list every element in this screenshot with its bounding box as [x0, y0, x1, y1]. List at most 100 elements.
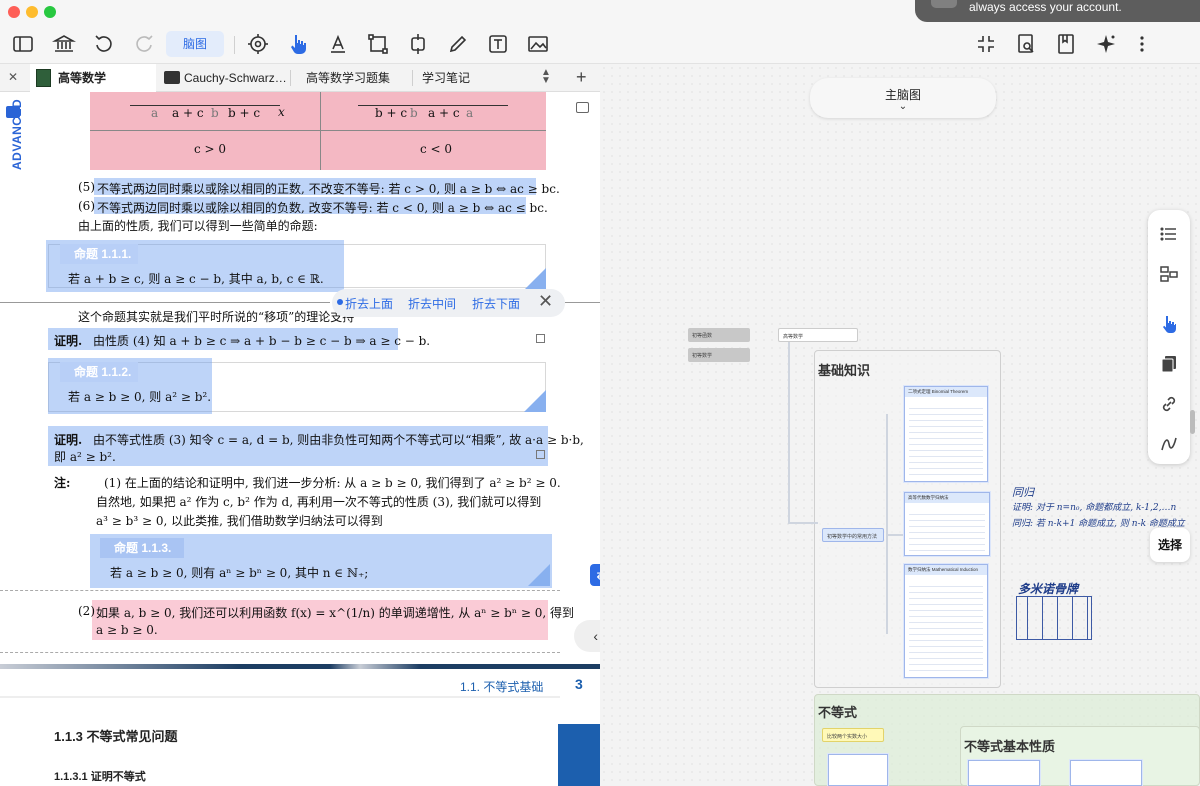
notification-app-icon	[931, 0, 957, 8]
qed-box	[536, 450, 545, 459]
close-tab-icon[interactable]: ✕	[8, 70, 18, 84]
handwriting-note: 多米诺骨牌	[1018, 582, 1079, 596]
note-2-line-1: 如果 a, b ≥ 0, 我们还可以利用函数 f(x) = x^(1/n) 的单…	[96, 606, 574, 620]
property-6-text: 不等式两边同时乘以或除以相同的负数, 改变不等号: 若 c < 0, 则 a ≥…	[97, 201, 548, 215]
vertical-scrollbar[interactable]	[1190, 410, 1195, 434]
rectangle-select-icon[interactable]	[366, 32, 390, 56]
mindmap-card[interactable]	[1070, 760, 1142, 786]
footer-page-number: 3	[575, 676, 583, 692]
note-line-3: a³ ≥ b³ ≥ 0, 以此类推, 我们借助数学归纳法可以得到	[96, 514, 383, 528]
proposition-body-2: 若 a ≥ b ≥ 0, 则 a² ≥ b².	[68, 390, 212, 404]
close-window-button[interactable]	[8, 6, 20, 18]
select-button[interactable]: 选择	[1150, 528, 1190, 562]
more-options-icon[interactable]	[1130, 32, 1154, 56]
zoom-window-button[interactable]	[44, 6, 56, 18]
book-icon	[36, 69, 51, 87]
settings-wheel-icon[interactable]	[246, 32, 270, 56]
proof-2-line-2: 即 a² ≥ b².	[54, 450, 116, 464]
handwriting-note: 同归	[1012, 486, 1034, 499]
number-line-label: b + c	[375, 106, 408, 120]
document-page: ADVANCED a a + c b b + c x b + c b a + c…	[0, 92, 600, 786]
condition-negative: c < 0	[420, 142, 453, 156]
mindmap-side-toolbar	[1148, 210, 1190, 464]
fold-up-button[interactable]: 折去上面	[345, 295, 393, 312]
swap-panes-icon[interactable]: ⇄	[590, 564, 600, 586]
mindmap-card-binomial[interactable]: 二项式定理 Binomial Theorem	[904, 386, 988, 482]
freehand-curve-icon[interactable]	[1159, 434, 1179, 454]
bookmark-book-icon[interactable]	[1054, 32, 1078, 56]
mindmap-canvas[interactable]: 主脑图 ⌄ 初等函数 初等数学 高等数学 基础知识 初等数学中的常用方法 二项式…	[600, 64, 1200, 786]
proposition-title-2: 命题 1.1.2.	[60, 362, 138, 382]
menu-dot-icon	[337, 299, 343, 305]
text-box-icon[interactable]	[486, 32, 510, 56]
outline-list-icon[interactable]	[1159, 224, 1179, 244]
mindmap-connector	[886, 414, 888, 634]
pointer-hand-icon[interactable]	[286, 32, 310, 56]
collapse-fullscreen-icon[interactable]	[974, 32, 998, 56]
image-icon[interactable]	[526, 32, 550, 56]
tab-cauchy-schwarz[interactable]: Cauchy-Schwarz…	[160, 64, 286, 92]
fold-menu: 折去上面 折去中间 折去下面 ✕	[332, 289, 565, 317]
mindmap-node[interactable]: 初等数学	[688, 348, 750, 362]
layout-structure-icon[interactable]	[1159, 264, 1179, 284]
page-guide	[0, 590, 560, 591]
main-mindmap-button[interactable]: 主脑图 ⌄	[810, 78, 996, 118]
item-number: (5)	[78, 180, 95, 194]
proposition-body-1: 若 a + b ≥ c, 则 a ≥ c − b, 其中 a, b, c ∈ ℝ…	[68, 272, 324, 286]
tab-exercise-collection[interactable]: 高等数学习题集	[296, 64, 408, 92]
mindmap-connector	[788, 342, 790, 522]
fold-middle-button[interactable]: 折去中间	[408, 295, 456, 312]
domino-sketch	[1016, 596, 1092, 640]
group-title: 不等式	[818, 705, 858, 720]
mindmap-node[interactable]: 高等数学	[778, 328, 858, 342]
mindmap-card-induction[interactable]: 数学归纳法 Mathematical Induction	[904, 564, 988, 678]
mindmap-mode-button[interactable]: 脑图	[166, 31, 224, 57]
item-number: (2)	[78, 604, 95, 618]
mindmap-card-induction-algebra[interactable]: 高等代数数学归纳法	[904, 492, 990, 556]
sidebar-toggle-icon[interactable]	[11, 32, 35, 56]
proof-label: 证明.	[54, 334, 83, 348]
page-nav-arrows-icon[interactable]: ‹ ›	[574, 620, 600, 652]
number-line-label: a	[466, 106, 474, 120]
group-title: 基础知识	[818, 363, 871, 378]
notification-banner[interactable]: always access your account.	[915, 0, 1200, 22]
redo-icon[interactable]	[132, 32, 156, 56]
link-icon[interactable]	[1159, 394, 1179, 414]
note-line-1: (1) 在上面的结论和证明中, 我们进一步分析: 从 a ≥ b ≥ 0, 我们…	[104, 476, 561, 490]
panel-layout-icon[interactable]	[576, 102, 589, 113]
card-corner-tag	[528, 564, 550, 586]
pointer-hand-icon[interactable]	[1159, 314, 1179, 334]
qed-box	[536, 334, 545, 343]
mindmap-connector	[886, 534, 904, 536]
copy-pages-icon[interactable]	[1159, 354, 1179, 374]
after-proposition-text: 这个命题其实就是我们平时所说的“移项”的理论支持	[78, 310, 355, 324]
item-number: (6)	[78, 199, 95, 213]
mindmap-branch-node[interactable]: 初等数学中的常用方法	[822, 528, 884, 542]
mindmap-card[interactable]	[828, 754, 888, 786]
note-2-line-2: a ≥ b ≥ 0.	[96, 623, 158, 637]
crop-transform-icon[interactable]	[406, 32, 430, 56]
minimize-window-button[interactable]	[26, 6, 38, 18]
undo-icon[interactable]	[92, 32, 116, 56]
close-fold-menu-icon[interactable]: ✕	[538, 291, 553, 312]
new-tab-icon[interactable]: +	[576, 67, 587, 88]
intro-sentence: 由上面的性质, 我们可以得到一些简单的命题:	[78, 219, 318, 233]
mindmap-node[interactable]: 比较两个实数大小	[822, 728, 884, 742]
tab-scroll-arrows-icon[interactable]: ▲ ▼	[541, 68, 551, 86]
tab-divider	[412, 70, 413, 86]
document-search-icon[interactable]	[1014, 32, 1038, 56]
tab-study-notes[interactable]: 学习笔记	[418, 64, 528, 92]
text-highlight-icon[interactable]	[326, 32, 350, 56]
property-5-text: 不等式两边同时乘以或除以相同的正数, 不改变不等号: 若 c > 0, 则 a …	[97, 182, 560, 196]
proposition-title-1: 命题 1.1.1.	[60, 244, 138, 264]
pen-icon[interactable]	[446, 32, 470, 56]
tab-higher-math[interactable]: 高等数学	[30, 64, 156, 92]
advanced-side-label[interactable]: ADVANCED	[0, 92, 30, 172]
condition-positive: c > 0	[194, 142, 227, 156]
fold-down-button[interactable]: 折去下面	[472, 295, 520, 312]
ai-sparkle-icon[interactable]	[1094, 32, 1118, 56]
proof-label: 证明.	[54, 433, 83, 447]
library-icon[interactable]	[52, 32, 76, 56]
mindmap-card[interactable]	[968, 760, 1040, 786]
mindmap-node[interactable]: 初等函数	[688, 328, 750, 342]
